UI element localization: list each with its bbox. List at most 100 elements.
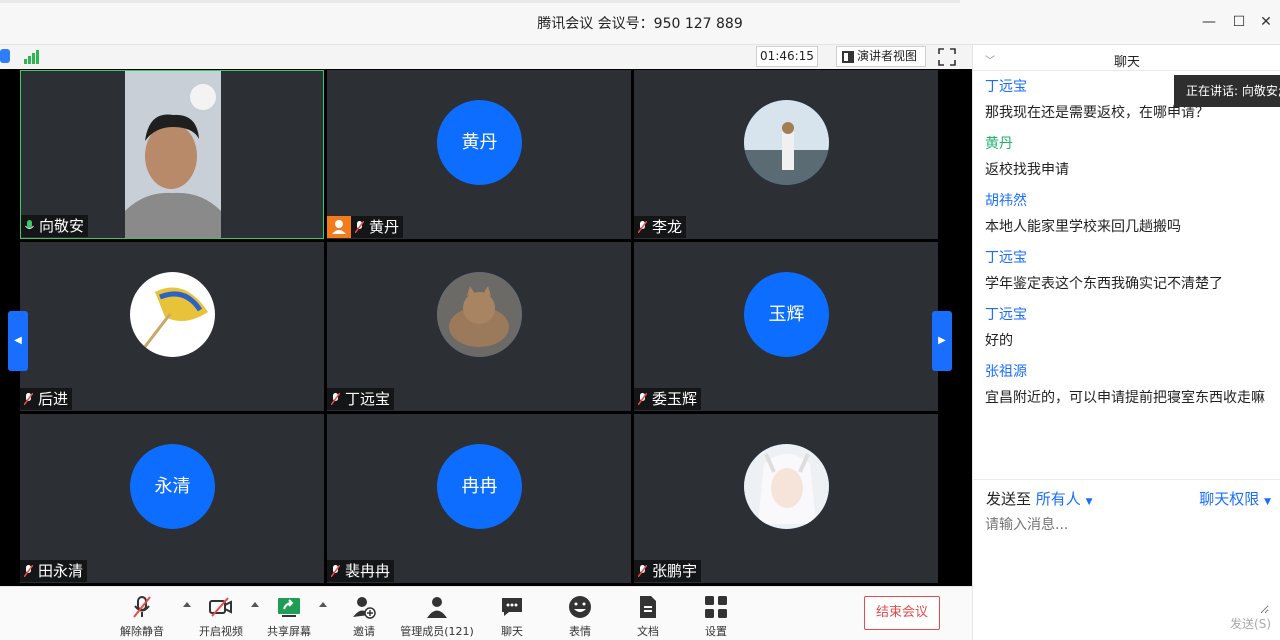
emoji-icon bbox=[569, 596, 591, 618]
participant-name: 田永清 bbox=[38, 562, 84, 580]
participant-avatar bbox=[744, 444, 829, 529]
participant-name: 裴冉冉 bbox=[345, 562, 391, 580]
next-page-button[interactable]: ▶ bbox=[932, 311, 952, 371]
send-to-selector[interactable]: 发送至 所有人 ▼ bbox=[986, 488, 1093, 509]
shield-icon[interactable] bbox=[0, 49, 10, 63]
emoji-button[interactable]: 表情 bbox=[562, 595, 598, 639]
caret-down-icon: ▼ bbox=[1264, 497, 1271, 507]
manage-members-button[interactable]: 管理成员(121) bbox=[398, 595, 476, 639]
mic-muted-icon bbox=[638, 221, 647, 233]
signal-icon[interactable] bbox=[24, 50, 40, 64]
video-tile[interactable]: 向敬安 bbox=[20, 70, 324, 239]
speaker-view-button[interactable]: 演讲者视图 bbox=[836, 46, 926, 67]
video-options-caret[interactable] bbox=[251, 602, 259, 607]
meeting-top-toolbar: 01:46:15 演讲者视图 bbox=[0, 45, 972, 69]
settings-label: 设置 bbox=[705, 625, 727, 638]
participant-avatar: 玉辉 bbox=[744, 272, 829, 357]
mic-muted-icon bbox=[133, 596, 151, 618]
chat-button[interactable]: 聊天 bbox=[494, 595, 530, 639]
participant-avatar bbox=[130, 272, 215, 357]
participant-name-tag: 李龙 bbox=[634, 216, 687, 238]
mic-muted-icon bbox=[638, 565, 647, 577]
participant-name: 向敬安 bbox=[39, 217, 85, 235]
fullscreen-icon[interactable] bbox=[938, 48, 956, 66]
documents-button[interactable]: 文档 bbox=[630, 595, 666, 639]
meeting-bottom-toolbar: 解除静音 开启视频 共享屏幕 邀请 管理成员(121) 聊天 表情 文档 设置 … bbox=[0, 586, 972, 640]
maximize-button[interactable]: ☐ bbox=[1227, 10, 1251, 34]
chat-input[interactable] bbox=[985, 514, 1269, 614]
audio-options-caret[interactable] bbox=[183, 602, 191, 607]
chat-message-list[interactable]: 丁远宝 那我现在还是需要返校，在哪申请？ 黄丹 返校找我申请 胡祎然 本地人能家… bbox=[985, 73, 1275, 415]
participant-name-tag: 裴冉冉 bbox=[327, 560, 395, 582]
chat-icon bbox=[502, 598, 522, 616]
add-user-icon bbox=[353, 597, 376, 619]
chat-message: 返校找我申请 bbox=[985, 162, 1069, 178]
participant-name: 黄丹 bbox=[369, 218, 400, 236]
participant-name: 委玉辉 bbox=[652, 390, 698, 408]
participant-avatar: 永清 bbox=[130, 444, 215, 529]
chat-sender: 丁远宝 bbox=[985, 250, 1027, 266]
chat-message: 学年鉴定表这个东西我确实记不清楚了 bbox=[985, 276, 1223, 292]
chat-message: 本地人能家里学校来回几趟搬吗 bbox=[985, 219, 1181, 235]
chat-composer: 发送至 所有人 ▼ 聊天权限 ▼ 发送(S) bbox=[973, 479, 1280, 640]
chat-title: 聊天 bbox=[1113, 55, 1140, 70]
video-tile[interactable]: 玉辉 委玉辉 bbox=[634, 242, 938, 411]
unmute-label: 解除静音 bbox=[120, 625, 164, 638]
speaker-view-label: 演讲者视图 bbox=[857, 49, 918, 63]
chat-sender: 张祖源 bbox=[985, 364, 1027, 380]
video-tile[interactable]: 后进 bbox=[20, 242, 324, 411]
share-screen-icon bbox=[278, 598, 300, 617]
send-to-target: 所有人 bbox=[1035, 490, 1081, 508]
documents-label: 文档 bbox=[637, 625, 659, 638]
chat-label: 聊天 bbox=[501, 625, 523, 638]
participant-name-tag: 向敬安 bbox=[21, 215, 89, 237]
participant-name: 丁远宝 bbox=[345, 390, 391, 408]
video-tile[interactable]: 李龙 bbox=[634, 70, 938, 239]
send-to-label: 发送至 bbox=[986, 490, 1032, 508]
invite-button[interactable]: 邀请 bbox=[346, 595, 382, 639]
unmute-button[interactable]: 解除静音 bbox=[118, 595, 166, 639]
mic-on-icon bbox=[25, 220, 34, 229]
participant-avatar: 黄丹 bbox=[437, 100, 522, 185]
document-icon bbox=[640, 596, 656, 618]
video-tile[interactable]: 永清 田永清 bbox=[20, 414, 324, 583]
participant-avatar bbox=[744, 100, 829, 185]
mic-muted-icon bbox=[331, 393, 340, 405]
participant-name-tag: 后进 bbox=[20, 388, 73, 410]
chat-sender: 丁远宝 bbox=[985, 307, 1027, 323]
participant-name-tag: 黄丹 bbox=[351, 216, 404, 238]
title-bar: 腾讯会议 会议号：950 127 889 — ☐ ✕ bbox=[0, 0, 1280, 45]
start-video-button[interactable]: 开启视频 bbox=[196, 595, 246, 639]
mic-muted-icon bbox=[331, 565, 340, 577]
share-options-caret[interactable] bbox=[319, 602, 327, 607]
video-tile[interactable]: 冉冉 裴冉冉 bbox=[327, 414, 631, 583]
speaking-indicator: 正在讲话: 向敬安; bbox=[1174, 75, 1280, 107]
chat-permission-dropdown[interactable]: 聊天权限 ▼ bbox=[1199, 488, 1271, 509]
chat-permission-label: 聊天权限 bbox=[1199, 490, 1260, 508]
video-tile[interactable]: 张鹏宇 bbox=[634, 414, 938, 583]
chat-message: 好的 bbox=[985, 333, 1013, 349]
end-meeting-button[interactable]: 结束会议 bbox=[864, 596, 940, 630]
send-button[interactable]: 发送(S) bbox=[1230, 615, 1271, 632]
participant-name: 李龙 bbox=[652, 218, 683, 236]
settings-button[interactable]: 设置 bbox=[698, 595, 734, 639]
host-icon bbox=[327, 216, 351, 238]
members-icon bbox=[427, 597, 447, 618]
settings-grid-icon bbox=[705, 596, 727, 618]
video-tile[interactable]: 黄丹 黄丹 bbox=[327, 70, 631, 239]
video-grid: 向敬安 黄丹 黄丹 李龙 后进 丁远宝 玉辉 委玉辉 永清 田永清 冉冉 裴冉冉… bbox=[0, 69, 972, 586]
chat-message: 宜昌附近的，可以申请提前把寝室东西收走嘛 bbox=[985, 390, 1265, 406]
start-video-label: 开启视频 bbox=[199, 625, 243, 638]
minimize-button[interactable]: — bbox=[1197, 10, 1221, 34]
participant-avatar bbox=[437, 272, 522, 357]
emoji-label: 表情 bbox=[569, 625, 591, 638]
share-screen-label: 共享屏幕 bbox=[267, 625, 311, 638]
share-screen-button[interactable]: 共享屏幕 bbox=[264, 595, 314, 639]
video-tile[interactable]: 丁远宝 bbox=[327, 242, 631, 411]
invite-label: 邀请 bbox=[353, 625, 375, 638]
prev-page-button[interactable]: ◀ bbox=[8, 311, 28, 371]
chat-header: ﹀ 聊天 bbox=[973, 45, 1280, 71]
participant-name-tag: 田永清 bbox=[20, 560, 88, 582]
close-button[interactable]: ✕ bbox=[1254, 10, 1278, 34]
participant-name-tag: 委玉辉 bbox=[634, 388, 702, 410]
